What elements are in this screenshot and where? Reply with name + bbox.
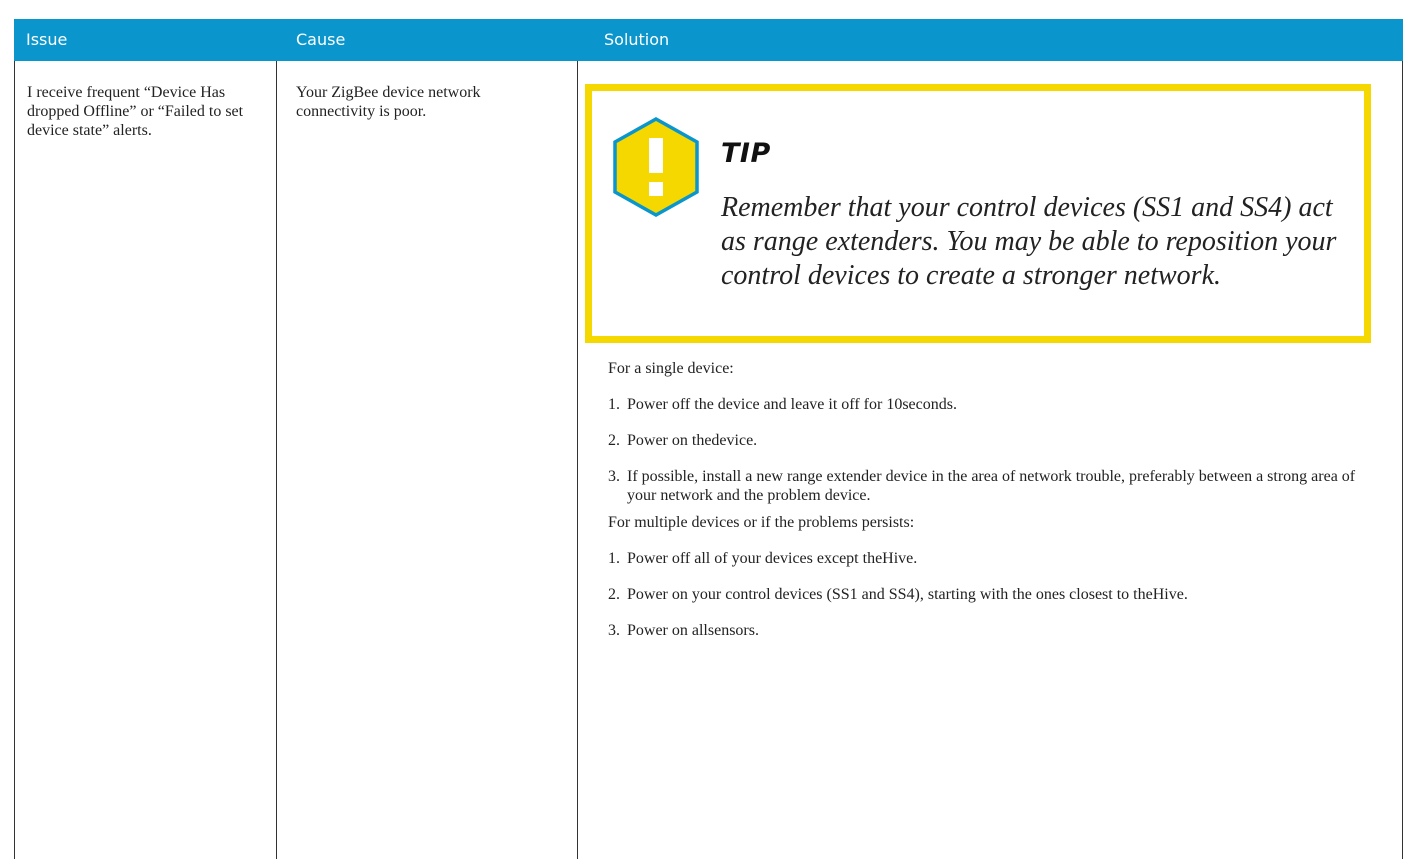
tip-title: TIP — [721, 138, 771, 169]
table-header-row: Issue Cause Solution — [14, 19, 1403, 61]
tip-callout: TIP Remember that your control devices (… — [585, 84, 1371, 343]
step-number: 1. — [608, 396, 620, 413]
header-issue: Issue — [26, 30, 68, 49]
cause-cell: Your ZigBee device network connectivity … — [296, 84, 481, 120]
troubleshooting-table: Issue Cause Solution I receive frequent … — [14, 19, 1403, 859]
tip-text: Remember that your control devices (SS1 … — [721, 192, 1337, 291]
step-text: Power on your control devices (SS1 and S… — [627, 586, 1188, 603]
step-number: 2. — [608, 586, 620, 603]
step-number: 1. — [608, 550, 620, 567]
header-solution: Solution — [604, 30, 670, 49]
list-item: 2. Power on thedevice. — [608, 431, 1388, 450]
list-item: 2. Power on your control devices (SS1 an… — [608, 585, 1388, 604]
step-text: Power off all of your devices except the… — [627, 550, 918, 567]
column-divider — [577, 61, 578, 859]
table-row: I receive frequent “Device Has dropped O… — [14, 61, 1403, 859]
list-item: 1. Power off the device and leave it off… — [608, 395, 1388, 414]
column-divider — [14, 61, 15, 859]
step-text: Power off the device and leave it off fo… — [627, 396, 957, 413]
step-text: If possible, install a new range extende… — [627, 468, 1356, 504]
header-cause: Cause — [296, 30, 346, 49]
step-text: Power on allsensors. — [627, 622, 759, 639]
list-item: 1. Power off all of your devices except … — [608, 549, 1388, 568]
issue-cell: I receive frequent “Device Has dropped O… — [27, 84, 244, 139]
step-number: 3. — [608, 468, 620, 485]
column-divider — [276, 61, 277, 859]
single-device-intro: For a single device: — [608, 360, 734, 377]
multiple-devices-intro: For multiple devices or if the problems … — [608, 514, 915, 531]
warning-hexagon-icon — [613, 116, 699, 218]
step-number: 2. — [608, 432, 620, 449]
column-divider — [1402, 61, 1403, 859]
step-text: Power on thedevice. — [627, 432, 758, 449]
solution-cell: For a single device: 1. Power off the de… — [608, 359, 1388, 657]
step-number: 3. — [608, 622, 620, 639]
list-item: 3. If possible, install a new range exte… — [608, 467, 1388, 505]
list-item: 3. Power on allsensors. — [608, 621, 1388, 640]
